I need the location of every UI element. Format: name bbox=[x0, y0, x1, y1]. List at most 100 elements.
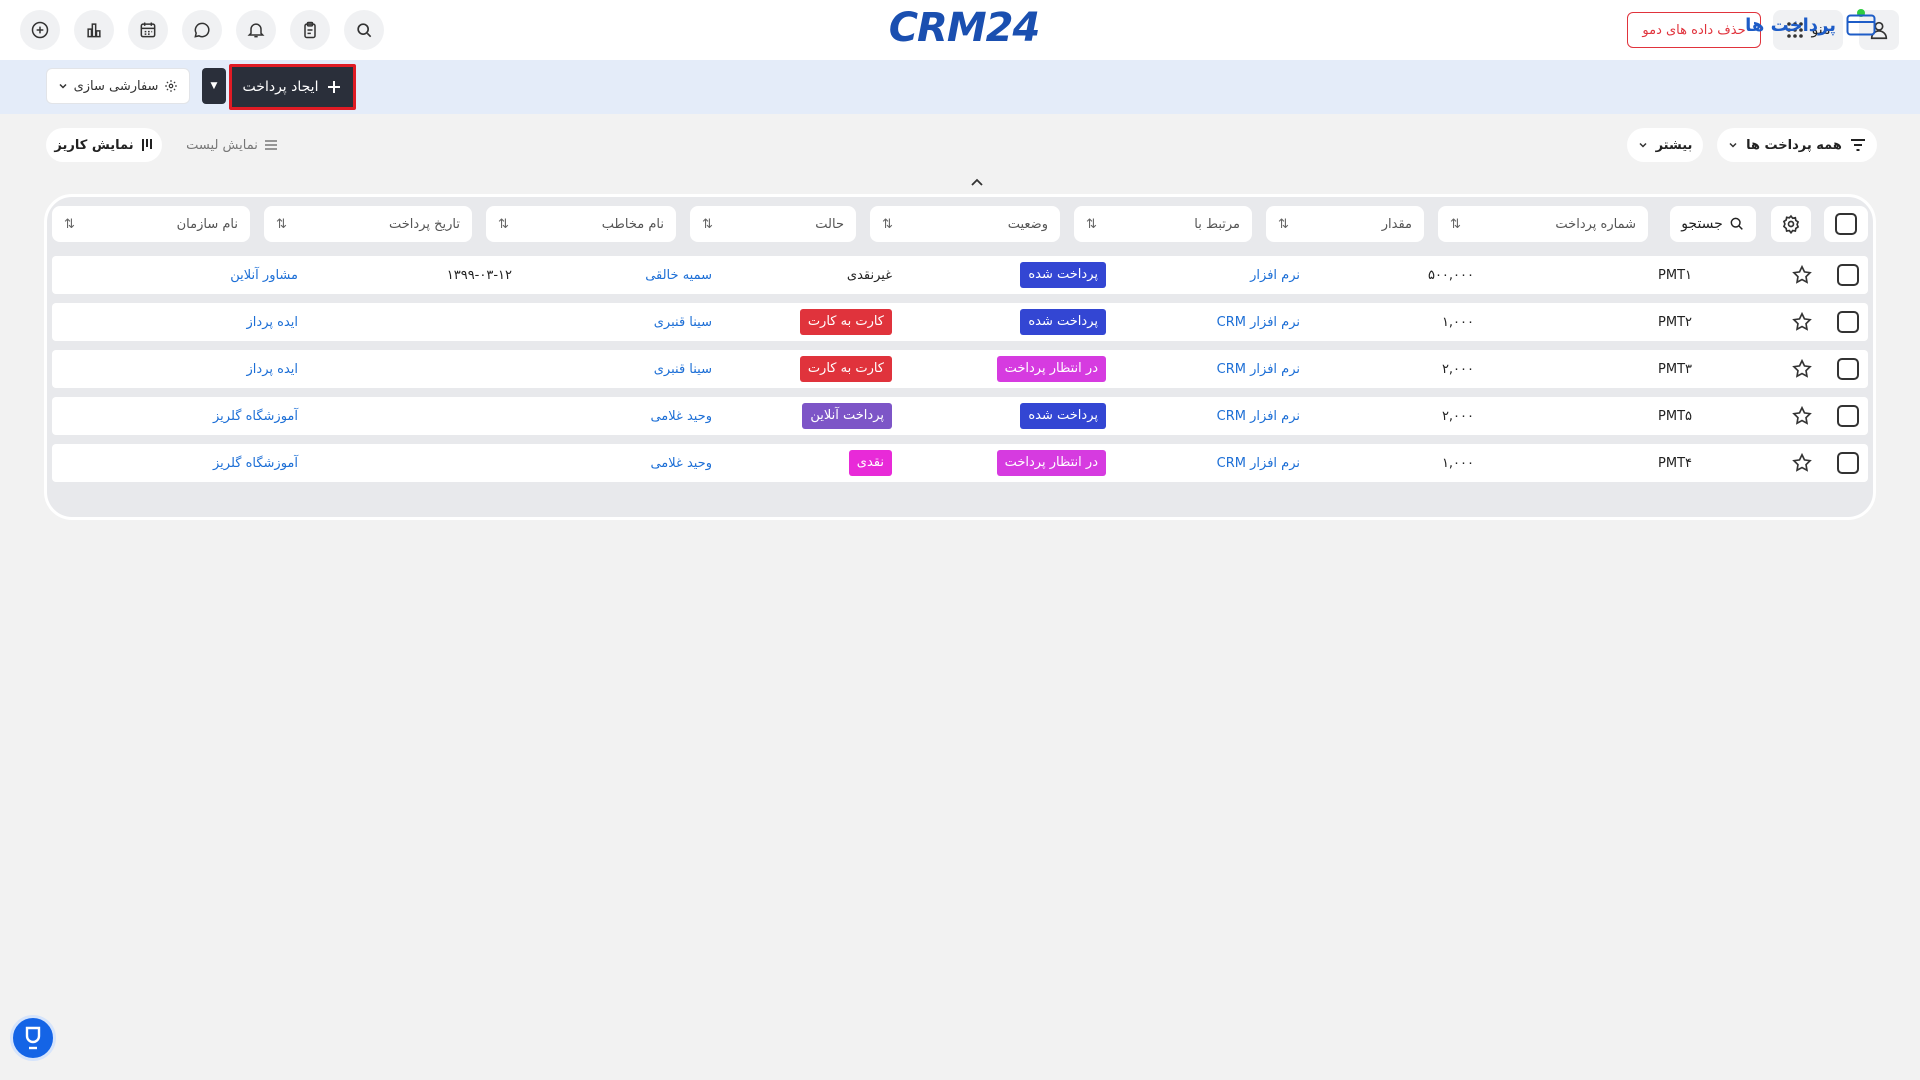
chat-icon[interactable] bbox=[182, 10, 222, 50]
column-label: تاریخ پرداخت bbox=[389, 216, 460, 232]
star-icon[interactable] bbox=[1784, 444, 1820, 482]
related-link[interactable]: نرم افزار CRM bbox=[1118, 350, 1300, 388]
contact-link[interactable]: وحید غلامی bbox=[522, 397, 712, 435]
table-settings-button[interactable] bbox=[1771, 206, 1811, 242]
star-icon[interactable] bbox=[1784, 350, 1820, 388]
related-link[interactable]: نرم افزار CRM bbox=[1118, 444, 1300, 482]
payment-date bbox=[332, 350, 512, 388]
sort-icon[interactable]: ⇅ bbox=[1278, 217, 1289, 232]
amount: ۲,۰۰۰ bbox=[1441, 408, 1474, 424]
sort-icon[interactable]: ⇅ bbox=[1086, 217, 1097, 232]
sort-icon[interactable]: ⇅ bbox=[64, 217, 75, 232]
status-badge: در انتظار پرداخت bbox=[996, 356, 1106, 382]
star-icon[interactable] bbox=[1784, 397, 1820, 435]
plus-icon bbox=[328, 81, 341, 93]
related-link[interactable]: نرم افزار CRM bbox=[1118, 397, 1300, 435]
select-all-checkbox-cell[interactable] bbox=[1824, 206, 1868, 242]
column-header-mode[interactable]: حالت ⇅ bbox=[690, 206, 856, 242]
row-checkbox-cell[interactable] bbox=[1828, 256, 1868, 294]
customize-button[interactable]: سفارشی سازی bbox=[46, 68, 190, 104]
column-header-contact-name[interactable]: نام مخاطب ⇅ bbox=[486, 206, 676, 242]
filter-more[interactable]: بیشتر bbox=[1627, 128, 1703, 162]
amount: ۱,۰۰۰ bbox=[1441, 455, 1474, 471]
status-badge: در انتظار پرداخت bbox=[996, 450, 1106, 476]
gear-icon bbox=[1782, 214, 1800, 234]
filter-more-label: بیشتر bbox=[1655, 137, 1693, 153]
star-icon[interactable] bbox=[1784, 256, 1820, 294]
row-checkbox-cell[interactable] bbox=[1828, 444, 1868, 482]
organization-link[interactable]: آموزشگاه گلریز bbox=[112, 444, 298, 482]
row-checkbox[interactable] bbox=[1837, 452, 1859, 474]
payment-date bbox=[332, 303, 512, 341]
delete-demo-data-button[interactable]: حذف داده های دمو bbox=[1627, 12, 1761, 48]
payment-number: PMT۵ bbox=[1658, 408, 1692, 424]
mode-cell: نقدی bbox=[722, 444, 892, 482]
select-all-checkbox[interactable] bbox=[1835, 213, 1857, 235]
bell-icon[interactable] bbox=[236, 10, 276, 50]
sort-icon[interactable]: ⇅ bbox=[882, 217, 893, 232]
column-header-payment-date[interactable]: تاریخ پرداخت ⇅ bbox=[264, 206, 472, 242]
status-cell: پرداخت شده bbox=[906, 303, 1106, 341]
row-checkbox-cell[interactable] bbox=[1828, 397, 1868, 435]
column-header-organization-name[interactable]: نام سازمان ⇅ bbox=[52, 206, 250, 242]
row-checkbox-cell[interactable] bbox=[1828, 350, 1868, 388]
contact-link[interactable]: وحید غلامی bbox=[522, 444, 712, 482]
sort-icon[interactable]: ⇅ bbox=[702, 217, 713, 232]
calendar-icon[interactable] bbox=[128, 10, 168, 50]
column-header-amount[interactable]: مقدار ⇅ bbox=[1266, 206, 1424, 242]
gear-icon bbox=[165, 80, 178, 92]
kanban-icon bbox=[141, 139, 152, 151]
column-label: نام مخاطب bbox=[601, 216, 664, 232]
mode-badge: پرداخت آنلاین bbox=[802, 403, 892, 429]
table-row[interactable]: PMT۲ ۱,۰۰۰ نرم افزار CRM پرداخت شده کارت… bbox=[52, 303, 1868, 341]
table-row[interactable]: PMT۴ ۱,۰۰۰ نرم افزار CRM در انتظار پرداخ… bbox=[52, 444, 1868, 482]
organization-link[interactable]: ایده پرداز bbox=[112, 350, 298, 388]
caret-down-icon: ▼ bbox=[210, 81, 218, 91]
kanban-view-label: نمایش کاریز bbox=[54, 137, 134, 153]
sort-icon[interactable]: ⇅ bbox=[1450, 217, 1461, 232]
list-view-button[interactable]: نمایش لیست bbox=[172, 128, 292, 162]
table-search-button[interactable]: جستجو bbox=[1670, 206, 1756, 242]
contact-link[interactable]: سینا قنبری bbox=[522, 303, 712, 341]
organization-link[interactable]: مشاور آنلاین bbox=[112, 256, 298, 294]
top-bar: CRM24 حذف داده های دمو منو bbox=[0, 0, 1920, 60]
clipboard-icon[interactable] bbox=[290, 10, 330, 50]
row-checkbox[interactable] bbox=[1837, 358, 1859, 380]
search-icon[interactable] bbox=[344, 10, 384, 50]
contact-link[interactable]: سمیه خالقی bbox=[522, 256, 712, 294]
row-checkbox-cell[interactable] bbox=[1828, 303, 1868, 341]
customize-label: سفارشی سازی bbox=[73, 78, 159, 94]
row-checkbox[interactable] bbox=[1837, 264, 1859, 286]
organization-link[interactable]: آموزشگاه گلریز bbox=[112, 397, 298, 435]
payment-date: ۱۳۹۹-۰۳-۱۲ bbox=[446, 267, 512, 283]
create-dropdown-toggle[interactable]: ▼ bbox=[202, 68, 226, 104]
help-icon bbox=[25, 1026, 41, 1050]
column-header-status[interactable]: وضعیت ⇅ bbox=[870, 206, 1060, 242]
table-row[interactable]: PMT۵ ۲,۰۰۰ نرم افزار CRM پرداخت شده پردا… bbox=[52, 397, 1868, 435]
row-checkbox[interactable] bbox=[1837, 311, 1859, 333]
column-label: شماره پرداخت bbox=[1555, 216, 1636, 232]
logo[interactable]: CRM24 bbox=[888, 5, 1041, 51]
table-row[interactable]: PMT۳ ۲,۰۰۰ نرم افزار CRM در انتظار پرداخ… bbox=[52, 350, 1868, 388]
organization-link[interactable]: ایده پرداز bbox=[112, 303, 298, 341]
amount: ۱,۰۰۰ bbox=[1441, 314, 1474, 330]
column-header-payment-number[interactable]: شماره پرداخت ⇅ bbox=[1438, 206, 1648, 242]
column-label: حالت bbox=[815, 216, 844, 232]
bar-chart-icon[interactable] bbox=[74, 10, 114, 50]
related-link[interactable]: نرم افزار CRM bbox=[1118, 303, 1300, 341]
add-circle-icon[interactable] bbox=[20, 10, 60, 50]
filter-all-payments[interactable]: همه پرداخت ها bbox=[1717, 128, 1877, 162]
related-link[interactable]: نرم افزار bbox=[1118, 256, 1300, 294]
sort-icon[interactable]: ⇅ bbox=[276, 217, 287, 232]
sort-icon[interactable]: ⇅ bbox=[498, 217, 509, 232]
create-payment-label: ایجاد پرداخت bbox=[242, 79, 319, 95]
collapse-caret-icon[interactable] bbox=[966, 172, 988, 194]
table-row[interactable]: PMT۱ ۵۰۰,۰۰۰ نرم افزار پرداخت شده غیرنقد… bbox=[52, 256, 1868, 294]
kanban-view-button[interactable]: نمایش کاریز bbox=[46, 128, 162, 162]
create-payment-button[interactable]: ایجاد پرداخت bbox=[229, 64, 356, 110]
contact-link[interactable]: سینا قنبری bbox=[522, 350, 712, 388]
star-icon[interactable] bbox=[1784, 303, 1820, 341]
column-header-related-to[interactable]: مرتبط با ⇅ bbox=[1074, 206, 1252, 242]
row-checkbox[interactable] bbox=[1837, 405, 1859, 427]
help-chat-button[interactable] bbox=[10, 1015, 56, 1061]
